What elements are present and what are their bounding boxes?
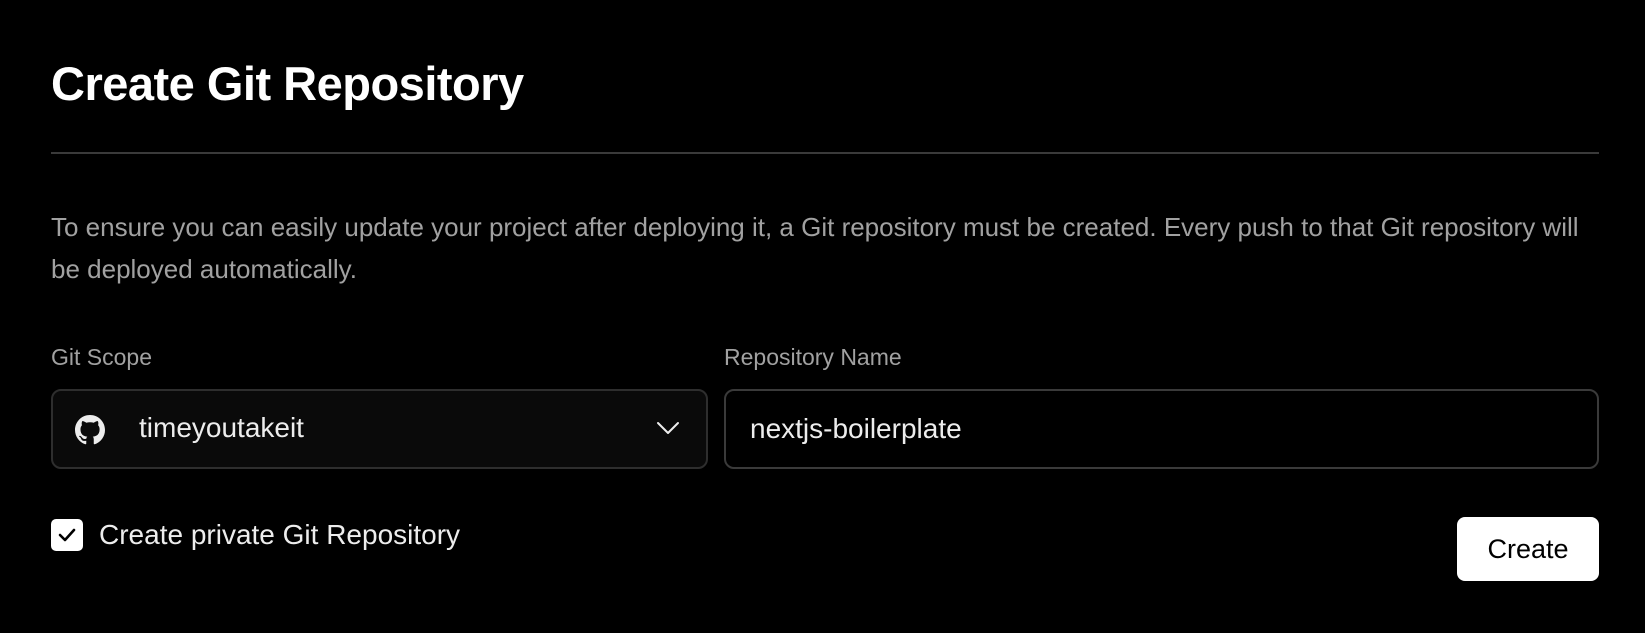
git-scope-value: timeyoutakeit [139, 412, 304, 443]
private-repository-option[interactable]: Create private Git Repository [51, 519, 460, 551]
git-scope-select[interactable]: timeyoutakeit [51, 389, 708, 469]
page-title: Create Git Repository [51, 57, 524, 110]
private-repository-checkbox[interactable] [51, 519, 83, 551]
private-repository-label: Create private Git Repository [99, 519, 461, 550]
create-git-repository-panel: Create Git Repository To ensure you can … [51, 0, 1599, 633]
checkmark-icon [58, 528, 76, 542]
repository-name-input[interactable] [724, 389, 1599, 469]
divider [51, 152, 1599, 154]
description-text: To ensure you can easily update your pro… [51, 212, 1579, 284]
create-button[interactable]: Create [1457, 517, 1599, 581]
repository-name-label: Repository Name [724, 344, 902, 370]
git-scope-label: Git Scope [51, 344, 152, 370]
chevron-down-icon [657, 422, 679, 434]
github-icon [75, 415, 105, 445]
